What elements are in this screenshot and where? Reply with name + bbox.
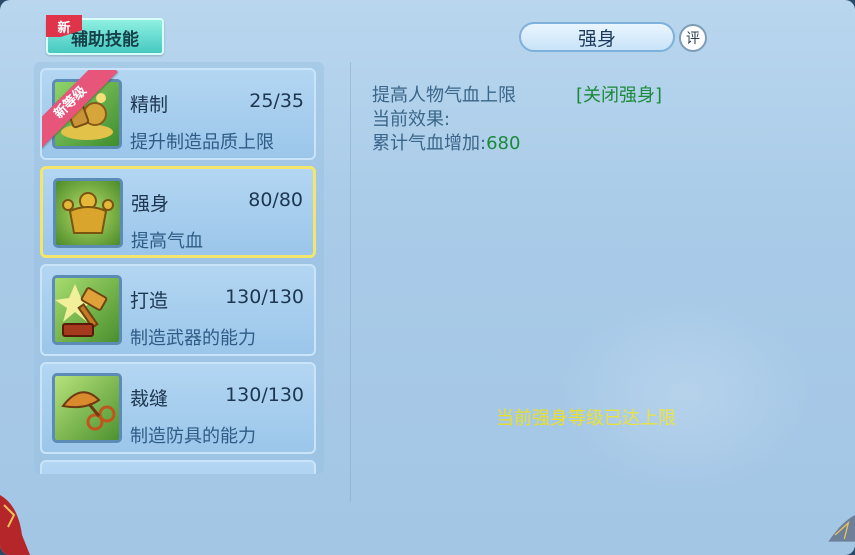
skill-item-forge[interactable]: 打造 130/130 制造武器的能力 bbox=[40, 264, 316, 356]
left-ornament-icon bbox=[0, 495, 30, 555]
skill-level: 80/80 bbox=[248, 189, 303, 211]
skill-name: 打造 bbox=[130, 290, 169, 312]
skill-level: 130/130 bbox=[225, 384, 304, 406]
forge-hammer-icon bbox=[52, 275, 122, 345]
skill-name: 裁缝 bbox=[130, 388, 169, 410]
evaluate-button[interactable]: 评 bbox=[679, 24, 707, 52]
effect-description: 提高人物气血上限 bbox=[372, 85, 516, 106]
skill-name: 精制 bbox=[130, 94, 169, 116]
hp-increase-value: 680 bbox=[486, 133, 521, 154]
skill-desc: 提高气血 bbox=[131, 231, 203, 252]
skill-item-partial[interactable] bbox=[40, 460, 316, 474]
skill-item-refine[interactable]: 新等级 精制 25/35 提升制造品质上限 bbox=[40, 68, 316, 160]
skill-title-plate: 强身 bbox=[519, 22, 675, 52]
strength-icon bbox=[53, 178, 123, 248]
skill-name: 强身 bbox=[131, 193, 170, 215]
right-ornament-icon bbox=[828, 515, 855, 542]
skill-desc: 制造武器的能力 bbox=[130, 328, 256, 349]
skill-item-tailor[interactable]: 裁缝 130/130 制造防具的能力 bbox=[40, 362, 316, 454]
skill-desc: 制造防具的能力 bbox=[130, 426, 256, 447]
current-effect-label: 当前效果: bbox=[372, 109, 451, 130]
skill-level: 130/130 bbox=[225, 286, 304, 308]
hp-increase-line: 累计气血增加:680 bbox=[372, 129, 520, 155]
new-level-ribbon: 新等级 bbox=[42, 70, 132, 160]
max-level-notice: 当前强身等级已达上限 bbox=[496, 408, 676, 429]
divider bbox=[350, 62, 351, 502]
skill-panel: 新 辅助技能 新等级 精制 25/35 提升制造品质上限 强身 80/80 提高… bbox=[0, 0, 855, 555]
skill-desc: 提升制造品质上限 bbox=[130, 132, 274, 153]
skill-list[interactable]: 新等级 精制 25/35 提升制造品质上限 强身 80/80 提高气血 打造 1… bbox=[34, 62, 324, 474]
hp-increase-label: 累计气血增加: bbox=[372, 133, 487, 154]
skill-level: 25/35 bbox=[249, 90, 304, 112]
tailor-scissors-icon bbox=[52, 373, 122, 443]
skill-item-strength[interactable]: 强身 80/80 提高气血 bbox=[40, 166, 316, 258]
close-skill-link[interactable]: [关闭强身] bbox=[576, 81, 662, 107]
